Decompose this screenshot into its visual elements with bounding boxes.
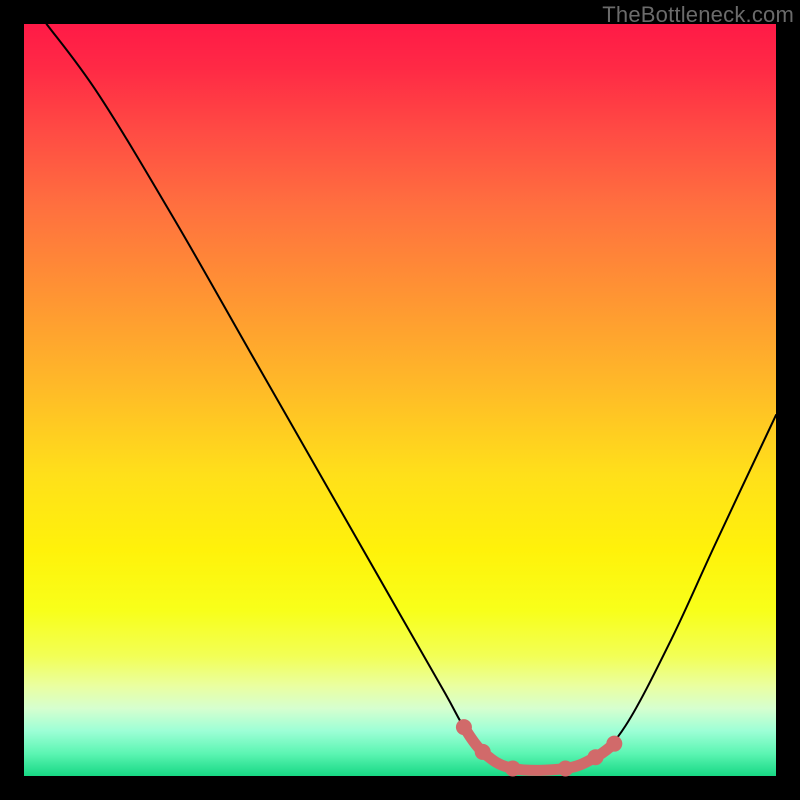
bottleneck-curve	[47, 24, 776, 770]
highlight-dot	[475, 744, 491, 760]
bottleneck-curve-path	[47, 24, 776, 770]
highlight-dot	[505, 760, 521, 776]
highlight-dot	[588, 749, 604, 765]
highlight-dot	[456, 719, 472, 735]
highlight-dot	[557, 760, 573, 776]
highlight-markers	[456, 719, 622, 776]
highlight-dot	[606, 736, 622, 752]
plot-area	[24, 24, 776, 776]
chart-frame: TheBottleneck.com	[0, 0, 800, 800]
curve-layer	[24, 24, 776, 776]
watermark-text: TheBottleneck.com	[602, 2, 794, 28]
